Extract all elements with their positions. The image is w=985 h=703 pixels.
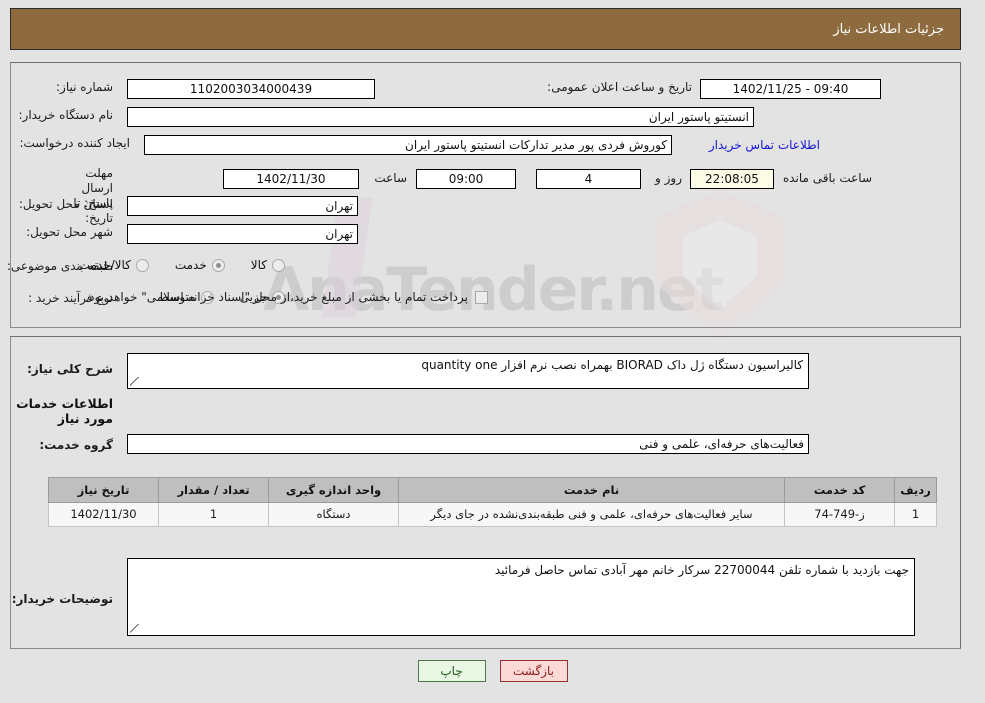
general-desc-label-row: شرح کلی نیاز:: [27, 362, 113, 376]
requester-value: کوروش فردی پور مدیر تدارکات انستیتو پاست…: [144, 135, 672, 155]
treasury-checkbox-row[interactable]: پرداخت تمام یا بخشی از مبلغ خرید،از محل …: [85, 290, 488, 304]
service-group-label: گروه خدمت:: [39, 438, 113, 452]
need-number-value: 1102003034000439: [127, 79, 375, 99]
services-table: ردیف کد خدمت نام خدمت واحد اندازه گیری ت…: [48, 477, 937, 527]
th-unit: واحد اندازه گیری: [268, 477, 399, 503]
category-option-khedmat[interactable]: خدمت: [175, 258, 225, 272]
category-radio-group: کالا خدمت کالا/خدمت: [53, 258, 285, 272]
radio-icon[interactable]: [272, 258, 285, 272]
services-heading: اطلاعات خدمات مورد نیاز: [16, 396, 113, 426]
deadline-date-value: 1402/11/30: [223, 169, 359, 189]
table-header-row: ردیف کد خدمت نام خدمت واحد اندازه گیری ت…: [48, 477, 937, 503]
general-desc-textarea[interactable]: کالیراسیون دستگاه ژل داک BIORAD بهمراه ن…: [127, 353, 809, 389]
buyer-contact-link[interactable]: اطلاعات تماس خریدار: [709, 138, 820, 152]
radio-icon[interactable]: [135, 258, 149, 272]
treasury-checkbox-label: پرداخت تمام یا بخشی از مبلغ خرید،از محل …: [85, 290, 468, 304]
remaining-time-label: ساعت باقی مانده: [782, 171, 872, 185]
category-option-label: خدمت: [174, 258, 207, 272]
category-option-label: کالا/خدمت: [78, 258, 131, 272]
services-table-wrap: ردیف کد خدمت نام خدمت واحد اندازه گیری ت…: [48, 477, 937, 527]
category-option-kala-khedmat[interactable]: کالا/خدمت: [79, 258, 149, 272]
page-header-bar: جزئیات اطلاعات نیاز: [10, 8, 961, 50]
th-name: نام خدمت: [398, 477, 785, 503]
public-announce-value: 09:40 - 1402/11/25: [700, 79, 881, 99]
back-button[interactable]: بازگشت: [499, 660, 568, 682]
category-option-label: کالا: [250, 258, 267, 272]
city-value: تهران: [127, 224, 358, 244]
radio-icon[interactable]: [211, 258, 225, 272]
page-title: جزئیات اطلاعات نیاز: [833, 21, 944, 37]
cell-need-date: 1402/11/30: [48, 502, 159, 527]
th-code: کد خدمت: [784, 477, 895, 503]
cell-unit: دستگاه: [268, 502, 399, 527]
th-index: ردیف: [894, 477, 937, 503]
need-info-panel: [10, 62, 961, 328]
print-button[interactable]: چاپ: [417, 660, 486, 682]
cell-index: 1: [894, 502, 937, 527]
buyer-notes-textarea[interactable]: جهت بازدید با شماره تلفن 22700044 سرکار …: [127, 558, 915, 636]
service-group-value: فعالیت‌های حرفه‌ای، علمی و فنی: [127, 434, 809, 454]
th-need-date: تاریخ نیاز: [48, 477, 159, 503]
cell-code: ز-749-74: [784, 502, 895, 527]
cell-quantity: 1: [158, 502, 269, 527]
buyer-notes-label-row: توضیحات خریدار:: [12, 592, 113, 606]
action-buttons: بازگشت چاپ: [0, 660, 985, 682]
service-group-label-row: گروه خدمت:: [39, 438, 113, 452]
buyer-notes-label: توضیحات خریدار:: [11, 592, 113, 606]
deadline-hour-label: ساعت: [374, 171, 407, 185]
province-value: تهران: [127, 196, 358, 216]
remaining-days-value: 4: [536, 169, 641, 189]
deadline-hour-value: 09:00: [416, 169, 516, 189]
cell-name: سایر فعالیت‌های حرفه‌ای، علمی و فنی طبقه…: [398, 502, 785, 527]
th-quantity: تعداد / مقدار: [158, 477, 269, 503]
remaining-days-label: روز و: [655, 171, 682, 185]
remaining-time-value: 22:08:05: [690, 169, 774, 189]
table-row: 1 ز-749-74 سایر فعالیت‌های حرفه‌ای، علمی…: [48, 502, 937, 527]
general-desc-label: شرح کلی نیاز:: [27, 362, 113, 376]
buyer-org-value: انستیتو پاستور ایران: [127, 107, 754, 127]
category-option-kala[interactable]: کالا: [251, 258, 285, 272]
checkbox-icon[interactable]: [475, 290, 488, 304]
